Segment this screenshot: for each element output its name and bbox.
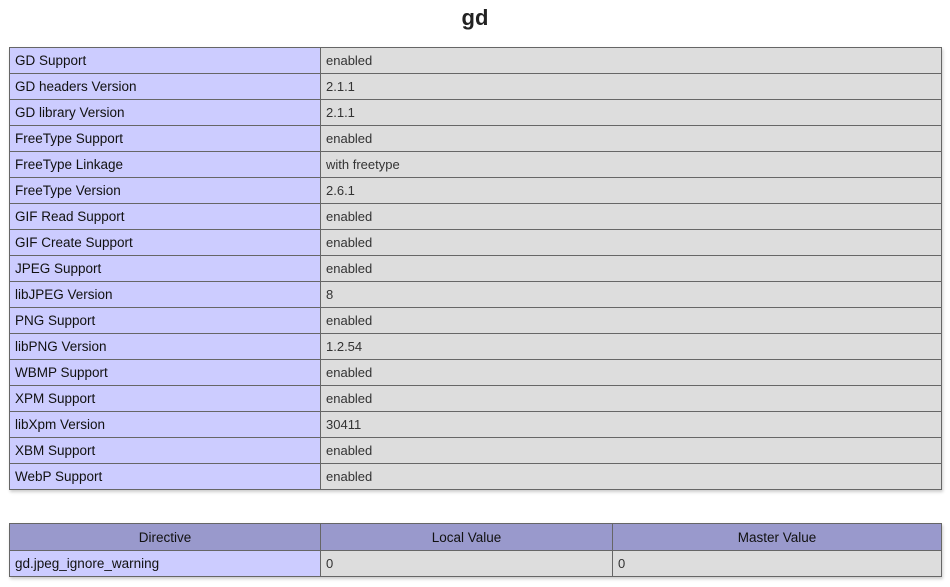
table-row: WBMP Support enabled [9, 359, 942, 386]
row-value: enabled [320, 359, 942, 386]
row-label: FreeType Support [9, 125, 321, 152]
directive-name: gd.jpeg_ignore_warning [9, 550, 321, 577]
table-row: PNG Support enabled [9, 307, 942, 334]
table-row: GIF Create Support enabled [9, 229, 942, 256]
row-label: WebP Support [9, 463, 321, 490]
row-label: GD Support [9, 47, 321, 74]
row-label: GIF Create Support [9, 229, 321, 256]
table-row: libPNG Version 1.2.54 [9, 333, 942, 360]
row-label: GIF Read Support [9, 203, 321, 230]
directive-header: Directive [9, 523, 321, 551]
row-value: enabled [320, 307, 942, 334]
row-label: JPEG Support [9, 255, 321, 282]
table-row: libXpm Version 30411 [9, 411, 942, 438]
local-value-header: Local Value [320, 523, 613, 551]
phpinfo-page: gd GD Support enabled GD headers Version 2.… [0, 0, 950, 587]
directive-row: gd.jpeg_ignore_warning 0 0 [9, 550, 942, 577]
row-value: 1.2.54 [320, 333, 942, 360]
row-label: GD library Version [9, 99, 321, 126]
table-row: FreeType Linkage with freetype [9, 151, 942, 178]
row-label: GD headers Version [9, 73, 321, 100]
table-row: XBM Support enabled [9, 437, 942, 464]
master-value: 0 [612, 550, 942, 577]
row-value: enabled [320, 125, 942, 152]
gd-info-table: GD Support enabled GD headers Version 2.1.1… [9, 47, 942, 490]
row-value: with freetype [320, 151, 942, 178]
row-value: enabled [320, 255, 942, 282]
table-row: GD headers Version 2.1.1 [9, 73, 942, 100]
row-label: FreeType Linkage [9, 151, 321, 178]
row-value: 30411 [320, 411, 942, 438]
row-value: 8 [320, 281, 942, 308]
table-row: GD library Version 2.1.1 [9, 99, 942, 126]
table-row: WebP Support enabled [9, 463, 942, 490]
row-label: XPM Support [9, 385, 321, 412]
table-row: FreeType Support enabled [9, 125, 942, 152]
row-value: 2.1.1 [320, 73, 942, 100]
table-row: JPEG Support enabled [9, 255, 942, 282]
row-value: enabled [320, 385, 942, 412]
row-value: 2.6.1 [320, 177, 942, 204]
table-row: XPM Support enabled [9, 385, 942, 412]
gd-info-body: GD Support enabled GD headers Version 2.1.1… [9, 47, 942, 490]
row-label: PNG Support [9, 307, 321, 334]
row-value: enabled [320, 47, 942, 74]
directive-header-row: Directive Local Value Master Value [9, 523, 942, 551]
section-title: gd [461, 5, 489, 30]
row-label: FreeType Version [9, 177, 321, 204]
row-value: enabled [320, 463, 942, 490]
directive-body: gd.jpeg_ignore_warning 0 0 [9, 550, 942, 577]
row-label: XBM Support [9, 437, 321, 464]
table-row: GD Support enabled [9, 47, 942, 74]
row-label: WBMP Support [9, 359, 321, 386]
master-value-header: Master Value [612, 523, 942, 551]
row-label: libXpm Version [9, 411, 321, 438]
row-value: enabled [320, 229, 942, 256]
row-value: enabled [320, 437, 942, 464]
table-row: FreeType Version 2.6.1 [9, 177, 942, 204]
row-label: libJPEG Version [9, 281, 321, 308]
table-row: libJPEG Version 8 [9, 281, 942, 308]
table-row: GIF Read Support enabled [9, 203, 942, 230]
row-label: libPNG Version [9, 333, 321, 360]
row-value: 2.1.1 [320, 99, 942, 126]
directive-table: Directive Local Value Master Value gd.jp… [9, 523, 942, 577]
row-value: enabled [320, 203, 942, 230]
local-value: 0 [320, 550, 613, 577]
